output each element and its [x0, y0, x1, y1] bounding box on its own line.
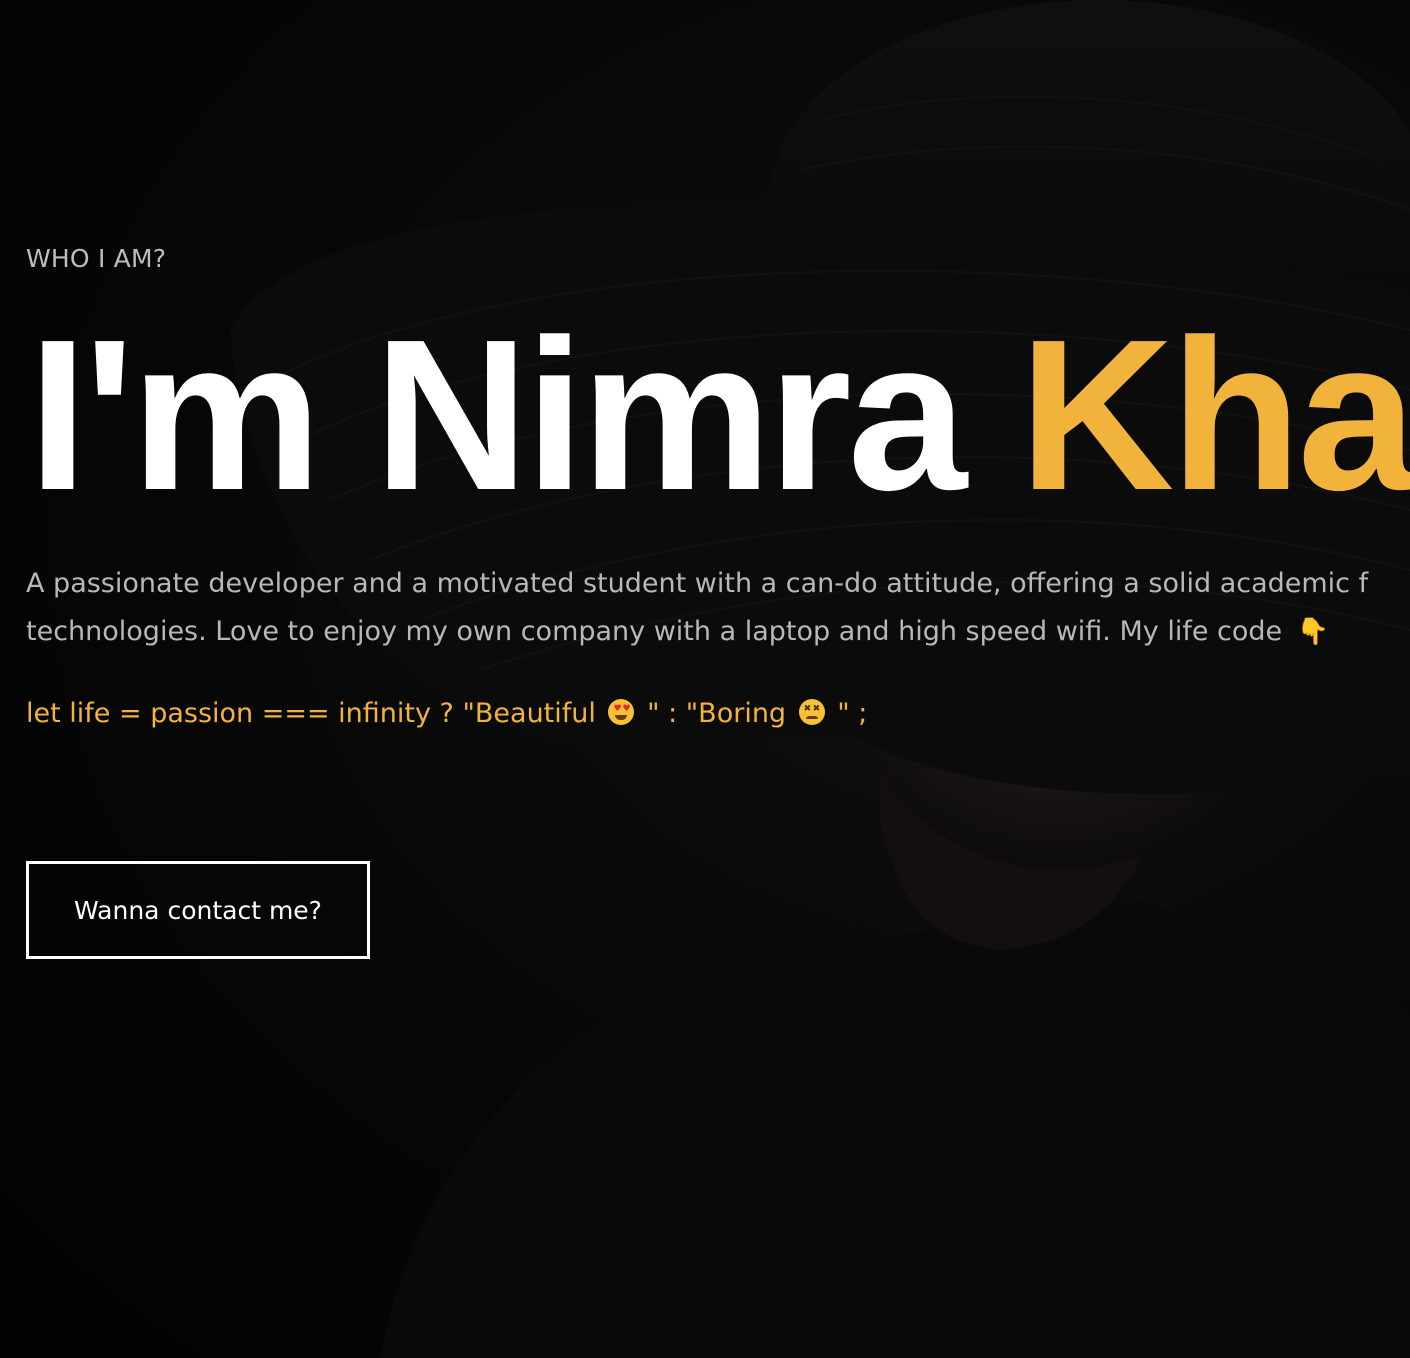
life-code-line: let life = passion === infinity ? "Beaut…: [26, 698, 867, 729]
contact-button-label: Wanna contact me?: [74, 895, 322, 925]
hero-content: WHO I AM? I'm Nimra Khan A passionate de…: [26, 0, 1410, 1358]
bio-line-2: technologies. Love to enjoy my own compa…: [26, 616, 1283, 647]
pointing-down-hand-icon: 👇: [1296, 617, 1330, 647]
hero-section: WHO I AM? I'm Nimra Khan A passionate de…: [0, 0, 1410, 1358]
code-part-3: " ;: [837, 698, 868, 729]
headline-last-name: Khan: [1018, 294, 1410, 535]
eyebrow-text: WHO I AM?: [26, 244, 167, 273]
bio-line-2-wrapper: technologies. Love to enjoy my own compa…: [26, 608, 1410, 656]
heart-eyes-emoji-icon: ♥ ♥: [608, 699, 635, 725]
bio-paragraph: A passionate developer and a motivated s…: [26, 560, 1410, 656]
persevering-face-emoji-icon: ✖ ✖: [798, 699, 825, 725]
contact-button[interactable]: Wanna contact me?: [26, 861, 370, 959]
hero-headline: I'm Nimra Khan: [28, 300, 1410, 530]
headline-first-name: I'm Nimra: [28, 294, 967, 535]
bio-line-1: A passionate developer and a motivated s…: [26, 568, 1369, 599]
code-part-1: let life = passion === infinity ? "Beaut…: [26, 698, 596, 729]
code-part-2: " : "Boring: [647, 698, 787, 729]
